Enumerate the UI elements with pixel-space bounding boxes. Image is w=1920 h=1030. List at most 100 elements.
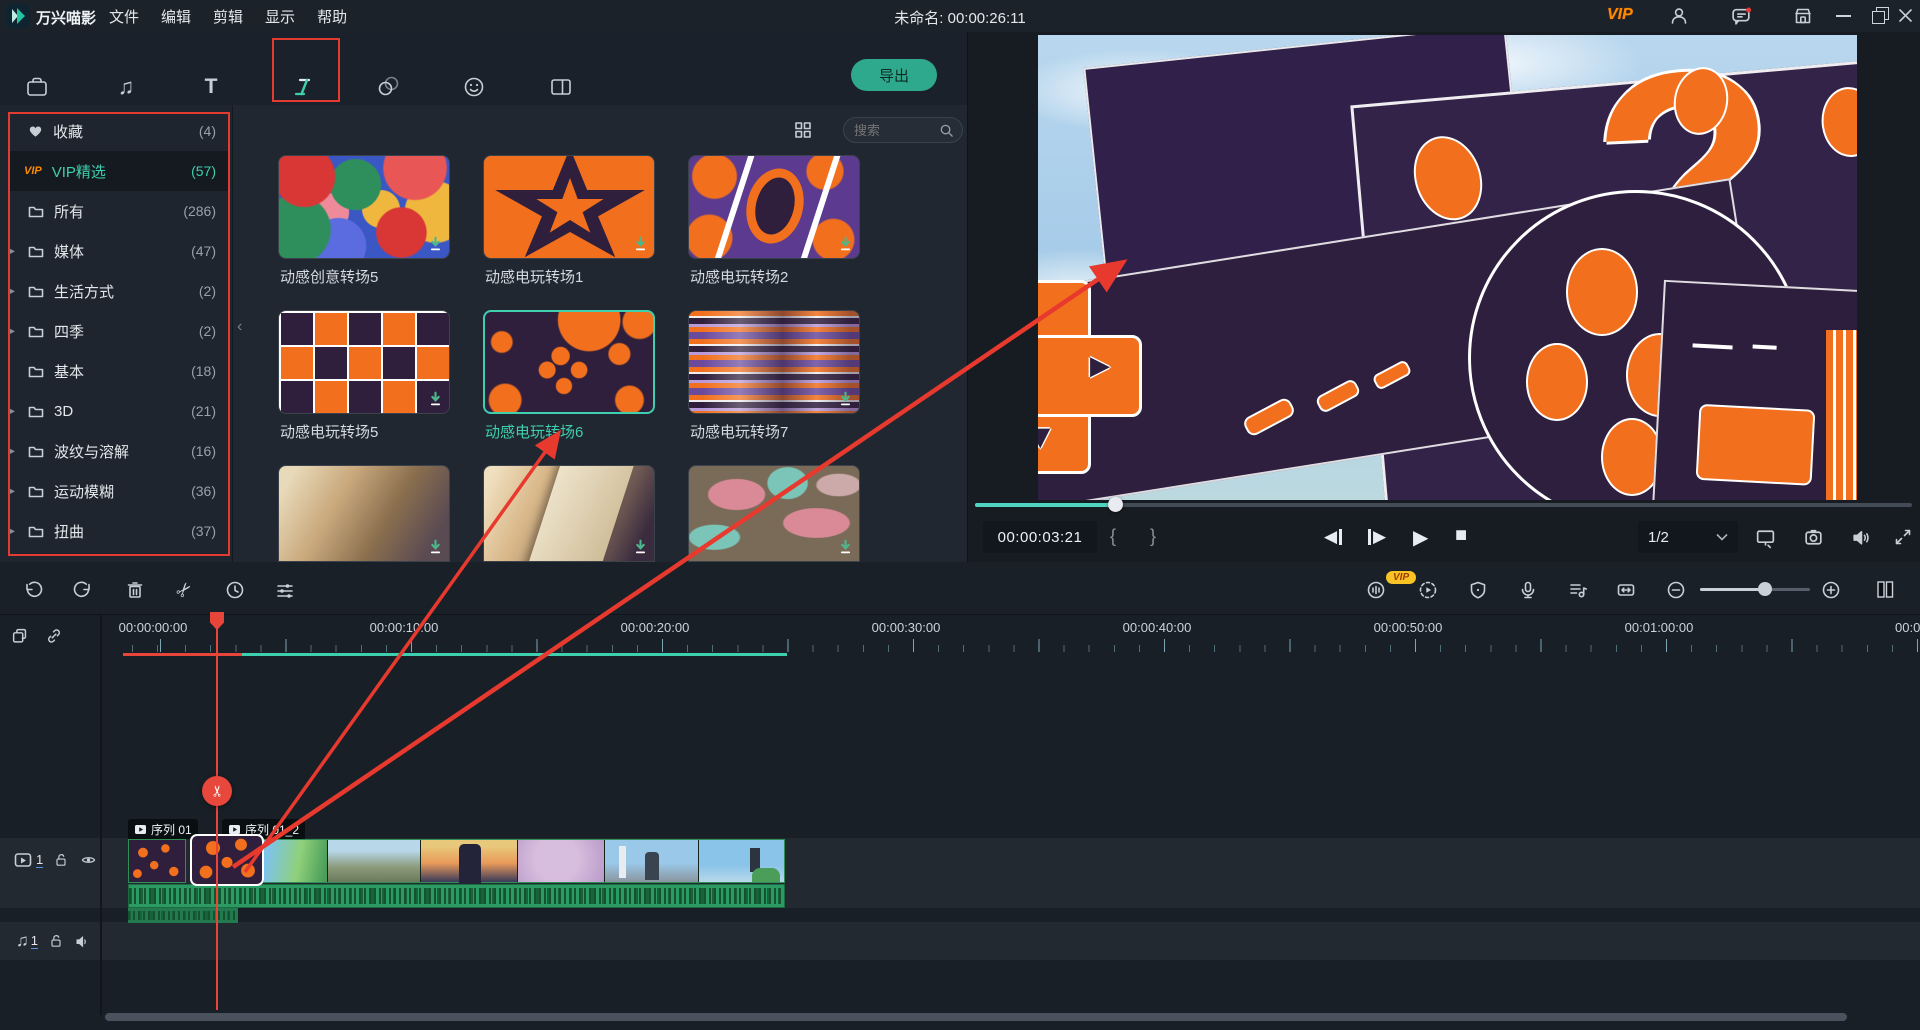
transition-thumb-unnamed[interactable] [483,465,655,562]
split-button[interactable]: ✂ [172,577,198,603]
menu-edit[interactable]: 编辑 [150,6,202,27]
undo-button[interactable] [20,577,46,603]
download-icon[interactable] [427,538,444,558]
app-logo [6,4,30,28]
fit-timeline-button[interactable] [1613,577,1639,603]
menu-view[interactable]: 显示 [254,6,306,27]
annotation-box-transition-tab [272,38,340,102]
record-voiceover-button[interactable] [1515,577,1541,603]
speaker-icon[interactable] [74,933,91,950]
minimize-button[interactable] [1836,15,1851,17]
transition-name-selected[interactable]: 动感电玩转场6 [485,421,665,442]
restore-button[interactable] [1872,7,1890,25]
preview-zoom-select[interactable]: 1/2 [1638,521,1738,553]
mark-out-button[interactable]: } [1150,526,1156,547]
menu-bar: 文件 编辑 剪辑 显示 帮助 [98,0,358,32]
figure-art [459,844,481,884]
download-icon[interactable] [837,235,854,255]
transition-thumb-game7[interactable] [688,310,860,414]
feedback-button[interactable] [1730,5,1753,31]
applied-transition-clip[interactable] [190,834,264,886]
manage-tracks-button[interactable] [10,626,30,649]
transition-thumb-unnamed[interactable] [278,465,450,562]
play-button[interactable]: ▶ [1413,525,1428,550]
download-icon[interactable] [427,390,444,410]
transition-name[interactable]: 动感电玩转场5 [280,421,460,442]
search-icon[interactable] [939,123,954,138]
download-icon[interactable] [632,235,649,255]
auto-ripple-button[interactable] [1415,577,1441,603]
transition-name[interactable]: 动感电玩转场1 [485,266,665,287]
delete-button[interactable] [122,577,148,603]
next-frame-button[interactable]: ▶ [1368,527,1386,547]
preview-seek-bar[interactable] [975,503,1912,507]
transition-name[interactable]: 动感电玩转场2 [690,266,870,287]
audio-mixer-button[interactable] [1363,577,1389,603]
panel-layout-button[interactable] [1872,577,1898,603]
previous-frame-button[interactable]: ◀ [1324,527,1342,547]
split-screen-icon [548,74,574,100]
download-icon[interactable] [837,538,854,558]
vip-button[interactable]: VIP [1607,6,1633,24]
seek-bar-handle[interactable] [1108,497,1123,512]
stop-button[interactable]: ■ [1455,524,1467,547]
search-box[interactable] [843,117,963,143]
zoom-level-value: 1/2 [1648,529,1669,546]
transition-thumb-game2[interactable] [688,155,860,259]
store-button[interactable] [1792,5,1814,30]
mute-button[interactable] [1848,524,1874,550]
clip1-label-bar[interactable]: 序列 01 [128,819,198,839]
transition-thumb-game5[interactable] [278,310,450,414]
snapshot-button[interactable] [1800,524,1826,550]
preview-timecode[interactable]: 00:00:03:21 [983,521,1097,553]
adjust-button[interactable] [272,577,298,603]
sidebar-collapse-handle[interactable]: ‹ [237,318,242,336]
transition-name[interactable]: 动感电玩转场7 [690,421,870,442]
eye-icon[interactable] [79,852,98,868]
zoom-out-button[interactable] [1663,577,1689,603]
mirror-display-button[interactable] [1752,524,1778,550]
search-input[interactable] [852,122,939,139]
clip2-video-thumbs[interactable] [263,839,785,883]
app-name: 万兴喵影 [36,7,96,28]
speaker-icon [1850,526,1873,549]
clip1-video-thumb[interactable] [128,839,186,883]
transition-thumb-game6-selected[interactable] [483,310,655,414]
download-icon[interactable] [427,235,444,255]
speed-button[interactable] [222,577,248,603]
menu-clip[interactable]: 剪辑 [202,6,254,27]
audio-sync-button[interactable] [1565,577,1591,603]
view-mode-button[interactable] [793,120,813,143]
download-icon[interactable] [837,390,854,410]
zoom-slider-handle[interactable] [1758,582,1772,596]
link-clips-button[interactable] [44,626,64,649]
transition-thumb-unnamed[interactable] [688,465,860,562]
timeline-horizontal-scrollbar[interactable] [105,1013,1847,1021]
transition-thumb-game1[interactable] [483,155,655,259]
zoom-in-button[interactable] [1818,577,1844,603]
account-button[interactable] [1668,5,1690,30]
menu-file[interactable]: 文件 [98,6,150,27]
render-preview-button[interactable] [1465,577,1491,603]
download-icon[interactable] [632,538,649,558]
transition-name[interactable]: 动感创意转场5 [280,266,460,287]
audio-track-row[interactable] [0,922,1920,960]
redo-icon [72,579,94,601]
clip-audio-waveform[interactable] [128,884,785,908]
close-button[interactable] [1896,6,1915,28]
export-button[interactable]: 导出 [851,59,937,91]
menu-help[interactable]: 帮助 [306,6,358,27]
lock-icon[interactable] [53,852,69,869]
redo-button[interactable] [70,577,96,603]
clip1-audio-tail[interactable] [128,908,238,923]
restore-icon-front [1872,11,1885,24]
mark-in-button[interactable]: { [1110,526,1116,547]
timeline-zoom-slider[interactable] [1700,588,1810,591]
clip-frame-sunset [421,840,518,882]
transition-thumb-creative5[interactable] [278,155,450,259]
playhead-split-button[interactable]: ✂ [202,776,232,806]
fullscreen-button[interactable] [1890,524,1916,550]
playhead-line[interactable] [216,612,218,1010]
lock-icon[interactable] [48,933,64,950]
zoom-in-icon [1820,579,1842,601]
